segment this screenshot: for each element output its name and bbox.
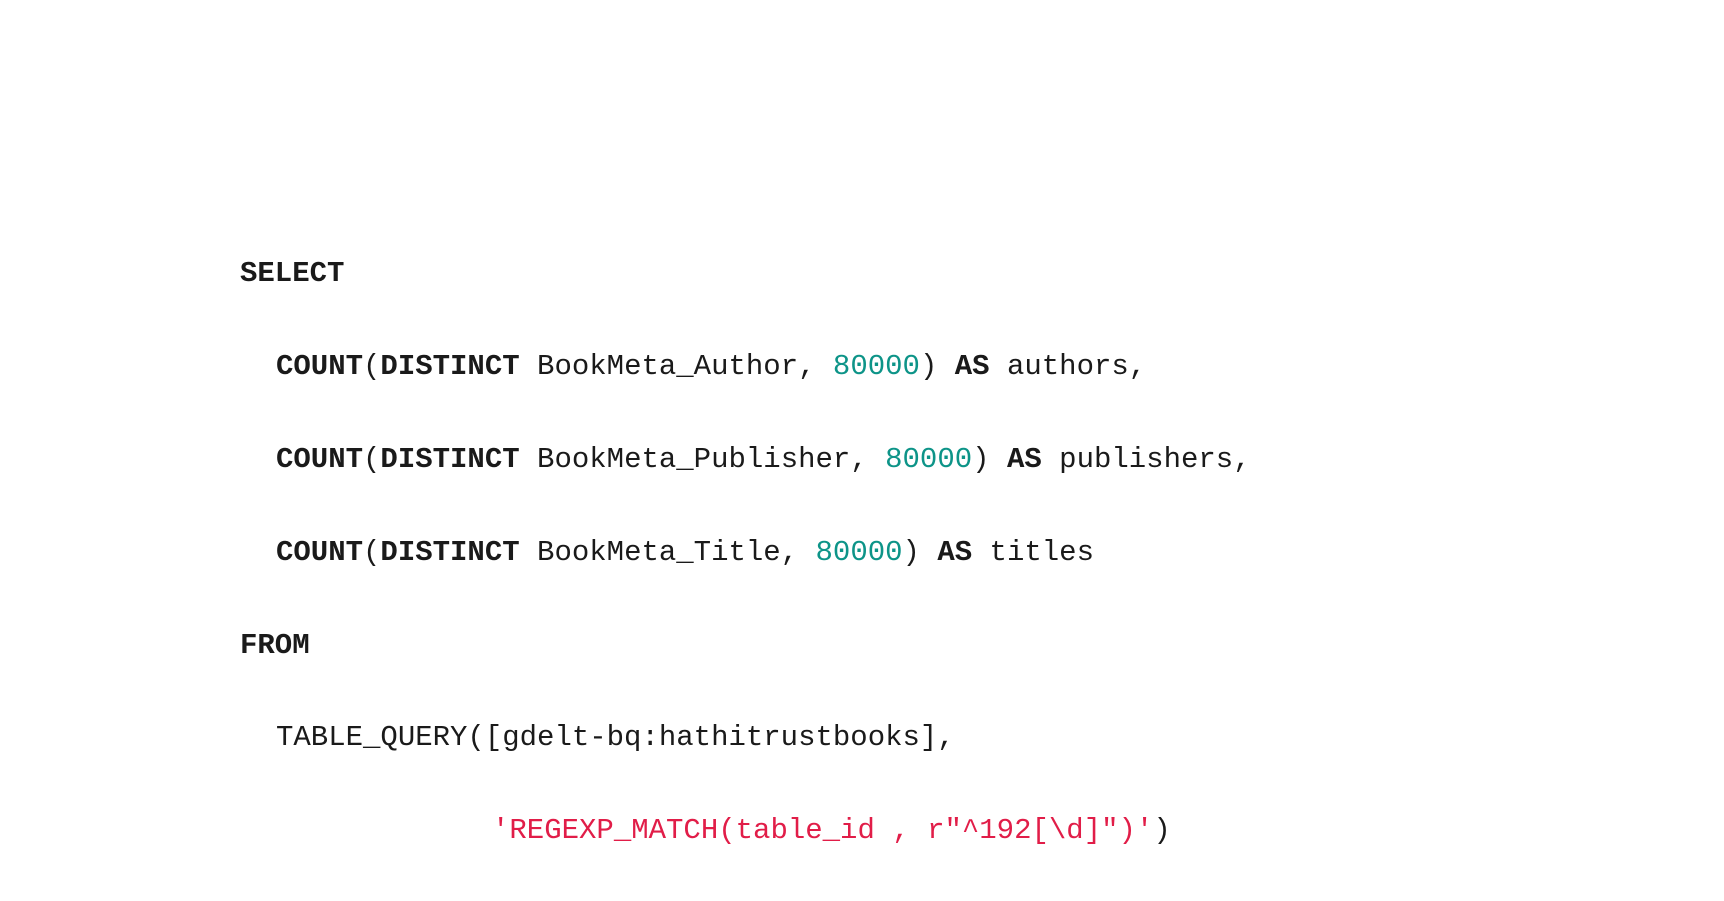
alias-name: titles [972,536,1094,569]
keyword-as: AS [1007,443,1042,476]
column-name: BookMeta_Title, [520,536,816,569]
paren: ) [920,350,955,383]
keyword-count: COUNT [276,536,363,569]
paren: ( [363,350,380,383]
alias-name: authors, [990,350,1147,383]
column-name: BookMeta_Publisher, [520,443,885,476]
sql-code-block: SELECT COUNT(DISTINCT BookMeta_Author, 8… [240,205,1251,901]
code-line-4: COUNT(DISTINCT BookMeta_Title, 80000) AS… [240,530,1251,576]
column-name: BookMeta_Author, [520,350,833,383]
keyword-count: COUNT [276,443,363,476]
paren: ) [972,443,1007,476]
number-literal: 80000 [816,536,903,569]
keyword-from: FROM [240,629,310,662]
code-line-6: TABLE_QUERY([gdelt-bq:hathitrustbooks], [240,715,1251,761]
paren: ) [903,536,938,569]
keyword-distinct: DISTINCT [380,443,519,476]
paren: ( [363,443,380,476]
code-line-3: COUNT(DISTINCT BookMeta_Publisher, 80000… [240,437,1251,483]
keyword-distinct: DISTINCT [380,350,519,383]
code-line-2: COUNT(DISTINCT BookMeta_Author, 80000) A… [240,344,1251,390]
code-line-5: FROM [240,623,1251,669]
string-literal: 'REGEXP_MATCH(table_id , r"^192[\d]")' [492,814,1153,847]
keyword-distinct: DISTINCT [380,536,519,569]
keyword-count: COUNT [276,350,363,383]
number-literal: 80000 [885,443,972,476]
keyword-select: SELECT [240,257,344,290]
number-literal: 80000 [833,350,920,383]
paren: ) [1153,814,1170,847]
keyword-as: AS [937,536,972,569]
paren: ( [363,536,380,569]
keyword-as: AS [955,350,990,383]
code-line-1: SELECT [240,251,1251,297]
table-query-call: TABLE_QUERY([gdelt-bq:hathitrustbooks], [276,721,955,754]
alias-name: publishers, [1042,443,1251,476]
